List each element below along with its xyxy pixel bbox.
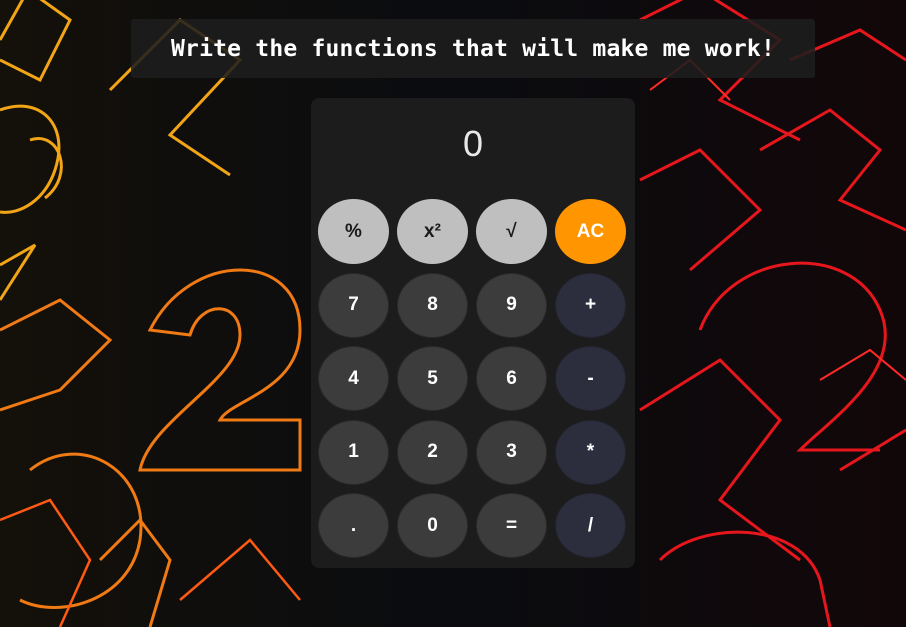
calculator-display: 0 [462,123,484,164]
digit-4-button[interactable]: 4 [318,346,389,412]
digit-2-button[interactable]: 2 [397,419,468,485]
calculator: 0 % x² √ AC 7 8 9 +4 5 6-1 2 3 *. 0 = / [311,98,635,568]
all-clear-button[interactable]: AC [555,199,626,264]
decimal-button[interactable]: . [318,493,389,559]
instruction-banner: Write the functions that will make me wo… [131,19,815,78]
percent-button[interactable]: % [318,199,389,264]
square-button[interactable]: x² [397,199,468,264]
digit-3-button[interactable]: 3 [476,419,547,485]
digit-5-button[interactable]: 5 [397,346,468,412]
calculator-keypad: % x² √ AC 7 8 9 +4 5 6- 1 2 3 *. 0 = / [318,199,626,559]
digit-9-button[interactable]: 9 [476,272,547,338]
digit-1-button[interactable]: 1 [318,419,389,485]
digit-0-button[interactable]: 0 [397,493,468,559]
divide-button[interactable]: / [555,493,626,559]
subtract-button[interactable]: - [555,346,626,412]
square-root-button[interactable]: √ [476,199,547,264]
add-button[interactable]: + [555,272,626,338]
banner-text: Write the functions that will make me wo… [170,35,776,62]
digit-6-button[interactable]: 6 [476,346,547,412]
digit-7-button[interactable]: 7 [318,272,389,338]
digit-8-button[interactable]: 8 [397,272,468,338]
multiply-button[interactable]: * [555,419,626,485]
equals-button[interactable]: = [476,493,547,559]
